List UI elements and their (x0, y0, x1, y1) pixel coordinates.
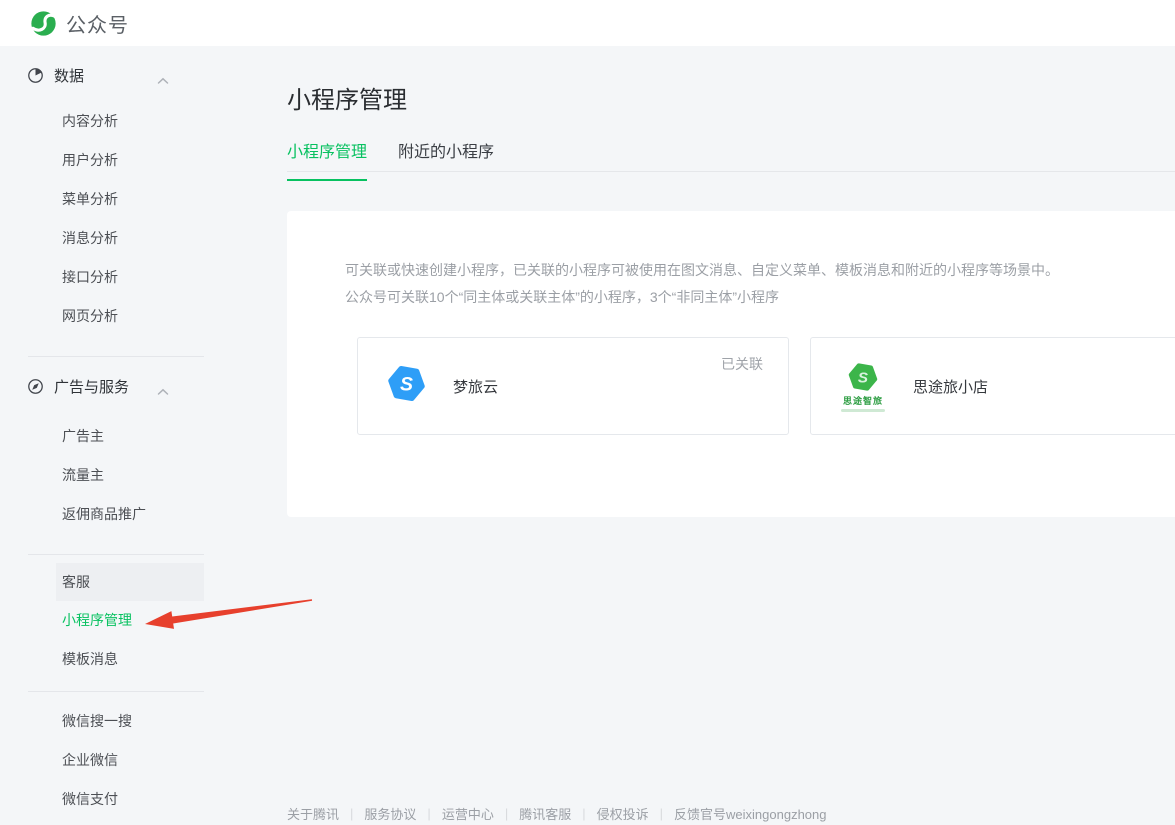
sidebar-item-user-analysis[interactable]: 用户分析 (0, 141, 230, 180)
page: 公众号 数据 内容分析 用户分析 菜单分析 消息分析 接口分析 (0, 0, 1175, 825)
description-line2: 公众号可关联10个“同主体或关联主体”的小程序，3个“非同主体”小程序 (345, 284, 1135, 311)
miniprogram-list: S 梦旅云 已关联 S 思途智旅 思途旅小店 (357, 337, 1175, 435)
miniprogram-name: 梦旅云 (453, 376, 498, 397)
green-logo-caption: 思途智旅 (843, 394, 883, 407)
description-line1: 可关联或快速创建小程序，已关联的小程序可被使用在图文消息、自定义菜单、模板消息和… (345, 257, 1135, 284)
sidebar-group-ads-services[interactable]: 广告与服务 (0, 369, 230, 403)
sidebar-item-commission-promo[interactable]: 返佣商品推广 (0, 495, 230, 534)
footer-separator: | (505, 806, 508, 821)
footer: 关于腾讯 | 服务协议 | 运营中心 | 腾讯客服 | 侵权投诉 | 反馈官号w… (287, 803, 827, 823)
tab-miniprogram-management[interactable]: 小程序管理 (287, 143, 367, 171)
footer-separator: | (427, 806, 430, 821)
sidebar: 数据 内容分析 用户分析 菜单分析 消息分析 接口分析 网页分析 广 (0, 46, 230, 819)
sidebar-item-wecom[interactable]: 企业微信 (0, 741, 230, 780)
brand-logo[interactable]: 公众号 (30, 9, 129, 38)
miniprogram-blue-hexagon-icon: S (386, 363, 427, 409)
sidebar-item-traffic-owner[interactable]: 流量主 (0, 456, 230, 495)
content-card: 可关联或快速创建小程序，已关联的小程序可被使用在图文消息、自定义菜单、模板消息和… (287, 211, 1175, 517)
tab-label: 附近的小程序 (398, 144, 494, 161)
sidebar-divider (28, 554, 204, 555)
sidebar-group-label: 广告与服务 (54, 376, 129, 397)
sidebar-item-webpage-analysis[interactable]: 网页分析 (0, 297, 230, 336)
sidebar-item-advertiser[interactable]: 广告主 (0, 417, 230, 456)
sidebar-item-miniprogram-management[interactable]: 小程序管理 (0, 601, 230, 640)
svg-text:S: S (858, 369, 868, 386)
footer-separator: | (350, 806, 353, 821)
sidebar-ads-items-bottom: 微信搜一搜 企业微信 微信支付 (0, 702, 230, 819)
footer-separator: | (582, 806, 585, 821)
footer-link-feedback-account[interactable]: 反馈官号weixingongzhong (674, 804, 826, 823)
footer-link-about-tencent[interactable]: 关于腾讯 (287, 804, 339, 823)
footer-link-service-agreement[interactable]: 服务协议 (364, 804, 416, 823)
green-logo-subcaption-line (841, 409, 885, 412)
miniprogram-green-logo: S 思途智旅 (827, 361, 899, 412)
chevron-up-icon[interactable] (157, 383, 169, 401)
tab-bar: 小程序管理 附近的小程序 (287, 143, 1175, 172)
svg-text:S: S (400, 374, 413, 396)
active-tab-underline (287, 179, 367, 181)
sidebar-item-content-analysis[interactable]: 内容分析 (0, 102, 230, 141)
miniprogram-card-menglvyun[interactable]: S 梦旅云 已关联 (357, 337, 789, 435)
sidebar-group-data[interactable]: 数据 (0, 58, 230, 92)
card-description: 可关联或快速创建小程序，已关联的小程序可被使用在图文消息、自定义菜单、模板消息和… (287, 211, 1175, 311)
sidebar-data-items: 内容分析 用户分析 菜单分析 消息分析 接口分析 网页分析 (0, 102, 230, 336)
sidebar-ads-items-top: 广告主 流量主 返佣商品推广 (0, 417, 230, 534)
sidebar-group-label: 数据 (54, 65, 84, 86)
tab-nearby-miniprograms[interactable]: 附近的小程序 (398, 143, 494, 171)
sidebar-item-customer-service[interactable]: 客服 (56, 563, 204, 601)
sidebar-item-api-analysis[interactable]: 接口分析 (0, 258, 230, 297)
sidebar-ads-items-mid: 客服 小程序管理 模板消息 (0, 563, 230, 679)
brand-title: 公众号 (66, 9, 129, 38)
sidebar-item-wechat-pay[interactable]: 微信支付 (0, 780, 230, 819)
linked-status-badge: 已关联 (721, 354, 763, 374)
sidebar-item-message-analysis[interactable]: 消息分析 (0, 219, 230, 258)
sidebar-divider (28, 691, 204, 692)
miniprogram-green-hexagon-icon: S (847, 361, 879, 393)
compass-icon (27, 378, 44, 395)
pie-chart-icon (27, 67, 44, 84)
top-header: 公众号 (0, 0, 1175, 46)
miniprogram-name: 思途旅小店 (913, 376, 988, 397)
wechat-swirl-icon (30, 10, 57, 37)
footer-separator: | (660, 806, 663, 821)
sidebar-item-template-message[interactable]: 模板消息 (0, 640, 230, 679)
page-title: 小程序管理 (287, 80, 407, 115)
footer-link-infringement-complaint[interactable]: 侵权投诉 (597, 804, 649, 823)
miniprogram-card-situlvxiaodian[interactable]: S 思途智旅 思途旅小店 (810, 337, 1175, 435)
chevron-up-icon[interactable] (157, 72, 169, 90)
sidebar-item-menu-analysis[interactable]: 菜单分析 (0, 180, 230, 219)
footer-link-tencent-support[interactable]: 腾讯客服 (519, 804, 571, 823)
tab-label: 小程序管理 (287, 144, 367, 161)
sidebar-item-wechat-search[interactable]: 微信搜一搜 (0, 702, 230, 741)
sidebar-divider (28, 356, 204, 357)
footer-link-operation-center[interactable]: 运营中心 (442, 804, 494, 823)
